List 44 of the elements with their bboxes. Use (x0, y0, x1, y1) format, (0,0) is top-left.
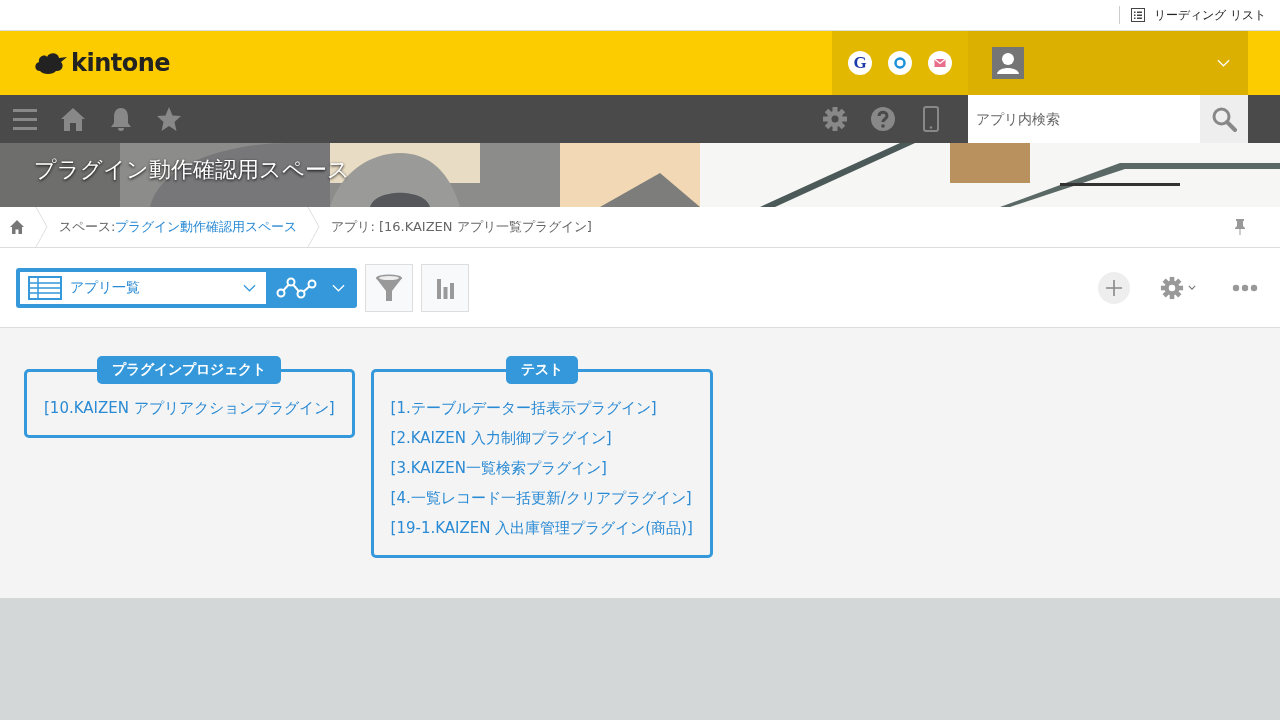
funnel-icon (374, 272, 404, 303)
settings-menu-button[interactable] (1160, 275, 1196, 300)
breadcrumb-item: アプリ: [16.KAIZEN アプリ一覧プラグイン] (331, 218, 592, 236)
home-icon[interactable] (9, 219, 25, 235)
app-link[interactable]: [4.一覧レコード一括更新/クリアプラグイン] (390, 489, 693, 508)
search-icon (1211, 106, 1237, 132)
chart-button[interactable] (421, 263, 469, 312)
chevron-down-icon (332, 283, 345, 292)
app-link[interactable]: [19-1.KAIZEN 入出庫管理プラグイン(商品)] (390, 519, 693, 538)
gear-icon (1160, 275, 1184, 300)
table-icon (28, 275, 62, 300)
list-icon (1131, 8, 1146, 22)
ring-app-icon[interactable] (888, 51, 912, 75)
search-field[interactable]: アプリ内検索 (968, 95, 1200, 143)
kintone-logo[interactable]: kintone (34, 31, 832, 95)
plus-icon (1104, 277, 1124, 298)
app-link[interactable]: [3.KAIZEN一覧検索プラグイン] (390, 459, 693, 478)
group-title: プラグインプロジェクト (97, 356, 282, 384)
bell-icon[interactable] (108, 106, 134, 132)
add-button[interactable] (1098, 271, 1130, 304)
app-link[interactable]: [10.KAIZEN アプリアクションプラグイン] (44, 399, 335, 418)
app-link[interactable]: [1.テーブルデーター括表示プラグイン] (390, 399, 693, 418)
more-icon[interactable] (1232, 283, 1258, 292)
cloud-icon (34, 51, 68, 75)
line-graph-icon (276, 275, 318, 300)
pin-icon[interactable] (1234, 218, 1246, 236)
space-link[interactable]: プラグイン動作確認用スペース (115, 219, 298, 234)
group-title: テスト (505, 356, 578, 384)
caret-icon (1188, 285, 1196, 290)
chevron-down-icon (243, 283, 256, 292)
filter-button[interactable] (365, 263, 413, 312)
user-avatar-icon[interactable] (992, 47, 1024, 79)
home-icon[interactable] (60, 106, 86, 132)
star-icon[interactable] (156, 106, 182, 132)
search-button[interactable] (1200, 95, 1248, 143)
chevron-down-icon[interactable] (1217, 59, 1230, 67)
menu-icon[interactable] (12, 106, 38, 132)
reading-list-button[interactable]: リーディング リスト (1119, 6, 1266, 24)
help-icon[interactable] (870, 106, 896, 132)
mail-icon[interactable] (928, 51, 952, 75)
g-app-icon[interactable]: G (848, 51, 872, 75)
view-dropdown[interactable]: アプリ一覧 (20, 271, 266, 304)
breadcrumb-item: スペース:プラグイン動作確認用スペース (59, 218, 298, 236)
app-link[interactable]: [2.KAIZEN 入力制御プラグイン] (390, 429, 693, 448)
